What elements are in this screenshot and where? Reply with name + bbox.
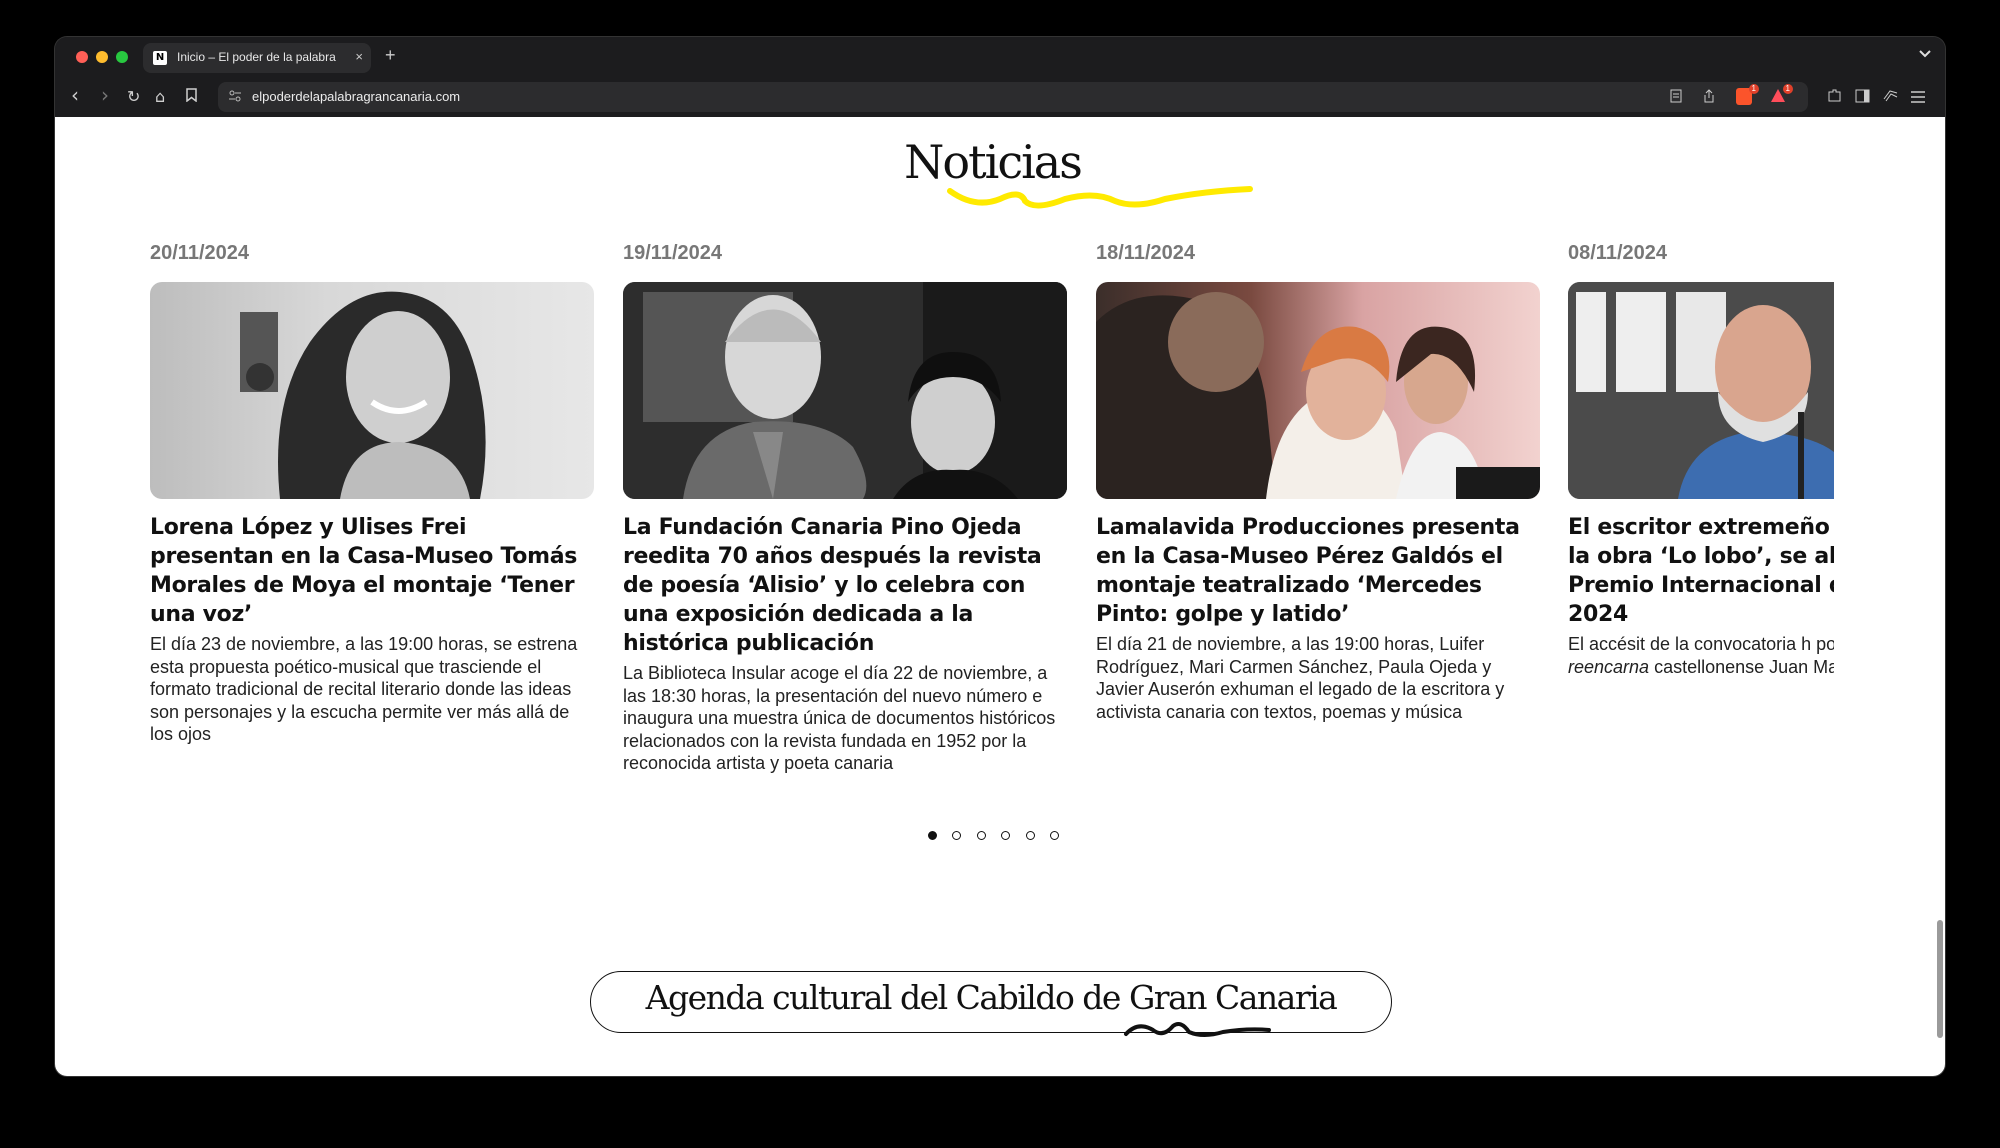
news-title[interactable]: El escritor extremeño J Ramírez, con la … <box>1568 513 1834 629</box>
rewards-count-badge: 1 <box>1782 84 1793 94</box>
agenda-title: Agenda cultural del Cabildo de Gran Cana… <box>645 978 1338 1017</box>
carousel-dot[interactable] <box>928 831 937 840</box>
news-image[interactable] <box>623 282 1067 499</box>
share-icon[interactable] <box>1703 89 1715 107</box>
menu-icon[interactable] <box>1911 88 1925 107</box>
home-icon[interactable]: ⌂ <box>155 87 165 106</box>
carousel-dot[interactable] <box>1050 831 1060 840</box>
news-date: 08/11/2024 <box>1568 242 1667 264</box>
page-scrollbar[interactable] <box>1937 920 1943 1038</box>
minimize-window-button[interactable] <box>96 51 108 63</box>
title-highlight-squiggle <box>947 186 1253 209</box>
extensions-icon[interactable] <box>1827 88 1842 107</box>
new-tab-icon[interactable]: + <box>385 45 396 66</box>
news-date: 18/11/2024 <box>1096 242 1195 264</box>
bookmark-icon[interactable] <box>186 88 197 106</box>
reader-mode-icon[interactable] <box>1670 89 1682 107</box>
close-window-button[interactable] <box>76 51 88 63</box>
page-viewport: Noticias 20/11/2024 Lorena López y Ulise… <box>55 117 1945 1076</box>
news-card[interactable]: 20/11/2024 Lorena López y Ulises Frei pr… <box>150 242 594 746</box>
forward-icon[interactable]: › <box>101 83 109 107</box>
tab-title: Inicio – El poder de la palabra <box>177 50 336 64</box>
news-summary: El accésit de la convocatoria h poemario… <box>1568 634 1834 677</box>
leo-ai-icon[interactable] <box>1883 88 1898 107</box>
news-title[interactable]: La Fundación Canaria Pino Ojeda reedita … <box>623 513 1067 658</box>
sidebar-icon[interactable] <box>1855 88 1870 107</box>
tab-list-chevron-icon[interactable] <box>1919 47 1931 61</box>
browser-tab[interactable]: N Inicio – El poder de la palabra × <box>143 43 371 73</box>
news-title[interactable]: Lorena López y Ulises Frei presentan en … <box>150 513 594 629</box>
news-title[interactable]: Lamalavida Producciones presenta en la C… <box>1096 513 1540 629</box>
news-date: 20/11/2024 <box>150 242 249 264</box>
news-card[interactable]: 08/11/2024 El escritor extremeño J Ramír… <box>1568 242 1834 762</box>
brave-shields-icon[interactable]: 1 <box>1736 84 1759 105</box>
news-card[interactable]: 18/11/2024 Lamalavida Producciones prese… <box>1096 242 1540 723</box>
shields-count-badge: 1 <box>1748 84 1759 94</box>
news-image[interactable] <box>1096 282 1540 499</box>
url-text: elpoderdelapalabragrancanaria.com <box>252 89 461 104</box>
news-summary: El día 23 de noviembre, a las 19:00 hora… <box>150 634 578 744</box>
carousel-dot[interactable] <box>1025 831 1035 840</box>
agenda-cultural-button[interactable]: Agenda cultural del Cabildo de Gran Cana… <box>590 971 1392 1037</box>
news-card[interactable]: 19/11/2024 La Fundación Canaria Pino Oje… <box>623 242 1067 775</box>
news-summary: El día 21 de noviembre, a las 19:00 hora… <box>1096 634 1505 722</box>
news-image[interactable] <box>150 282 594 499</box>
brave-rewards-icon[interactable]: 1 <box>1770 84 1793 105</box>
tab-bar: N Inicio – El poder de la palabra × + <box>55 37 1945 77</box>
carousel-pagination <box>928 827 1070 845</box>
agenda-squiggle <box>1124 1022 1271 1037</box>
address-bar[interactable]: elpoderdelapalabragrancanaria.com 1 1 <box>218 82 1808 112</box>
maximize-window-button[interactable] <box>116 51 128 63</box>
back-icon[interactable]: ‹ <box>71 83 79 107</box>
news-summary: La Biblioteca Insular acoge el día 22 de… <box>623 663 1056 773</box>
site-settings-icon[interactable] <box>228 89 242 106</box>
tab-close-icon[interactable]: × <box>355 49 363 64</box>
carousel-dot[interactable] <box>1001 831 1011 840</box>
carousel-dot[interactable] <box>976 831 986 840</box>
browser-toolbar: ‹ › ↻ ⌂ elpoderdelapalabragrancanaria.co… <box>55 77 1945 117</box>
news-image[interactable] <box>1568 282 1834 499</box>
carousel-dot[interactable] <box>952 831 962 840</box>
reload-icon[interactable]: ↻ <box>127 87 140 106</box>
browser-window: N Inicio – El poder de la palabra × + ‹ … <box>55 37 1945 1076</box>
site-favicon-icon: N <box>153 51 167 65</box>
news-date: 19/11/2024 <box>623 242 722 264</box>
